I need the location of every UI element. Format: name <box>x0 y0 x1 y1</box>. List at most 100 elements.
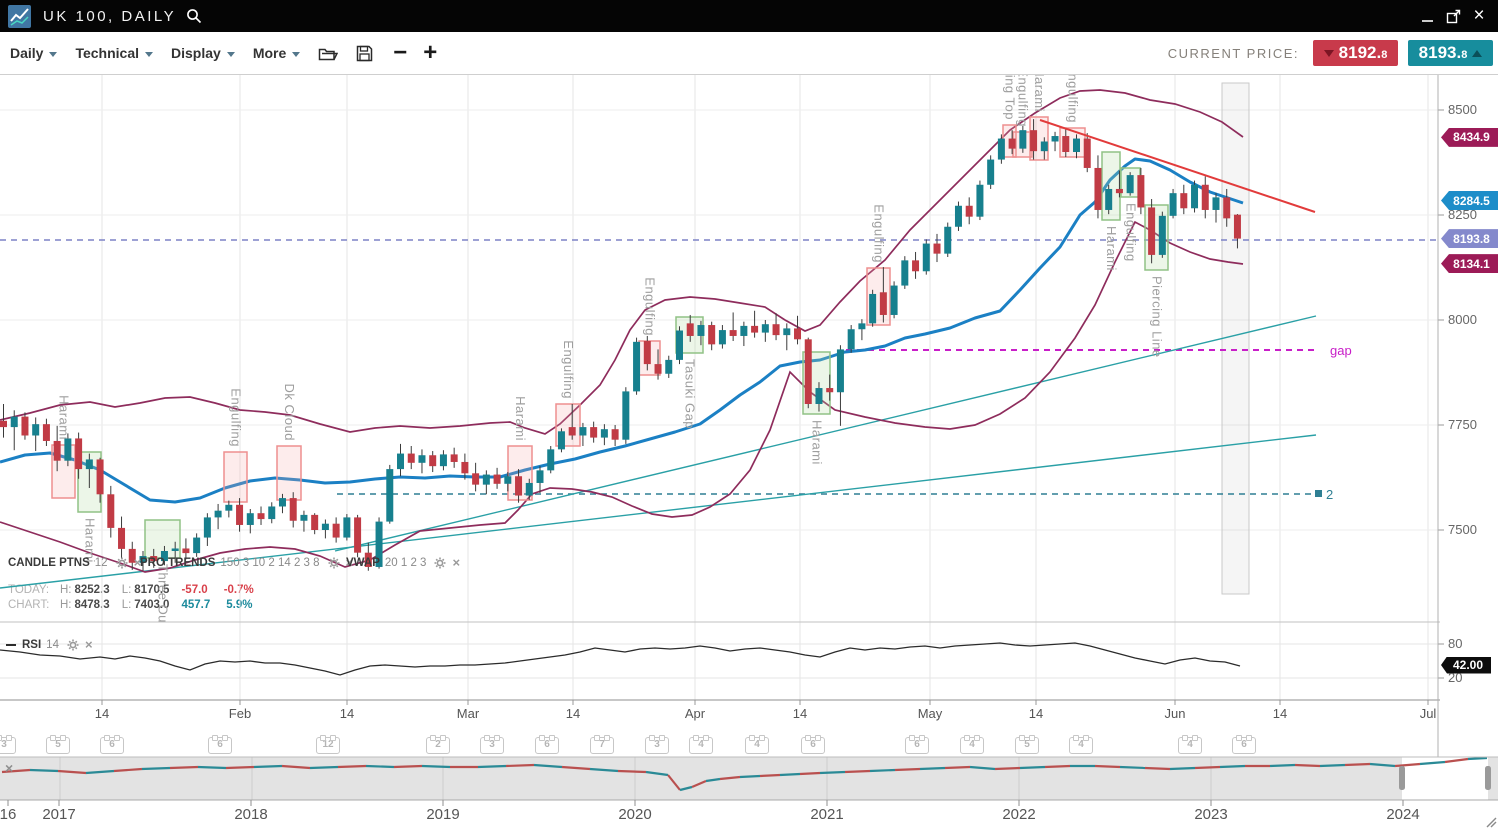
candle <box>526 483 533 496</box>
candle <box>1009 139 1016 149</box>
candle <box>193 538 200 554</box>
candle <box>1062 136 1069 152</box>
candle <box>708 325 715 344</box>
gear-icon[interactable] <box>67 639 79 651</box>
calendar-event-badge[interactable]: 4 <box>960 737 984 754</box>
candle <box>258 513 265 519</box>
candle <box>719 330 726 344</box>
calendar-event-badge[interactable]: 6 <box>535 737 559 754</box>
candle <box>665 360 672 374</box>
pattern-label: Engulfing <box>1016 68 1031 127</box>
candle <box>43 424 50 441</box>
calendar-event-badge[interactable]: 6 <box>905 737 929 754</box>
svg-text:gap: gap <box>1330 343 1352 358</box>
save-icon[interactable] <box>356 45 373 62</box>
bid-price-badge[interactable]: 8192.8 <box>1313 40 1398 66</box>
calendar-event-badge[interactable]: 7 <box>590 737 614 754</box>
candle <box>1084 139 1091 168</box>
x-axis-label: 14 <box>82 706 122 721</box>
candle <box>11 417 18 428</box>
zoom-out-button[interactable]: − <box>393 43 407 63</box>
calendar-event-badge[interactable]: 3 <box>0 737 16 754</box>
navigator-close-icon[interactable]: × <box>5 760 13 776</box>
close-icon[interactable]: × <box>85 637 93 652</box>
candle <box>408 454 415 463</box>
candle <box>612 429 619 440</box>
calendar-event-badge[interactable]: 2 <box>426 737 450 754</box>
current-period-highlight <box>1222 83 1249 594</box>
price-tag: 8284.5 <box>1441 191 1498 210</box>
technical-menu[interactable]: Technical <box>75 45 153 61</box>
calendar-event-badge[interactable]: 5 <box>46 737 70 754</box>
svg-text:2: 2 <box>1326 487 1333 502</box>
candle <box>1191 185 1198 209</box>
search-icon[interactable] <box>186 8 202 24</box>
navigator-year-label: 2019 <box>421 806 465 823</box>
candle <box>601 429 608 437</box>
candle <box>805 339 812 404</box>
navigator-year-label: 2022 <box>997 806 1041 823</box>
calendar-event-badge[interactable]: 12 <box>316 737 340 754</box>
candle <box>1159 216 1166 255</box>
candle <box>461 462 468 473</box>
candle <box>1202 185 1209 210</box>
candle <box>547 449 554 470</box>
candle <box>1019 130 1026 148</box>
navigator-year-label: 2021 <box>805 806 849 823</box>
calendar-event-badge[interactable]: 3 <box>480 737 504 754</box>
chevron-down-icon <box>145 52 153 57</box>
candle <box>515 476 522 495</box>
y-axis-tick: 8000 <box>1448 312 1477 327</box>
rsi-legend: RSI14 × <box>6 637 93 652</box>
calendar-event-badge[interactable]: 5 <box>1015 737 1039 754</box>
candle <box>783 328 790 335</box>
candle <box>644 341 651 364</box>
gear-icon[interactable] <box>328 557 340 569</box>
candle <box>300 515 307 521</box>
more-menu[interactable]: More <box>253 45 300 61</box>
popout-button[interactable] <box>1440 5 1466 27</box>
candle <box>1041 142 1048 152</box>
minimize-button[interactable] <box>1414 5 1440 27</box>
candle <box>182 548 189 553</box>
open-folder-icon[interactable] <box>318 45 338 62</box>
candle <box>75 438 82 469</box>
navigator-year-label: 2020 <box>613 806 657 823</box>
calendar-event-badge[interactable]: 6 <box>801 737 825 754</box>
gear-icon[interactable] <box>434 557 446 569</box>
calendar-event-badge[interactable]: 4 <box>745 737 769 754</box>
zoom-in-button[interactable]: + <box>423 43 437 63</box>
arrow-down-icon <box>1324 50 1334 57</box>
navigator-left-handle <box>1399 766 1405 790</box>
candle <box>901 260 908 285</box>
navigator-year-label: 2024 <box>1381 806 1425 823</box>
chevron-down-icon <box>227 52 235 57</box>
candle <box>912 260 919 271</box>
navigator-year-label: 16 <box>0 806 30 823</box>
calendar-event-badge[interactable]: 4 <box>1178 737 1202 754</box>
candle <box>504 476 511 484</box>
navigator-right-handle <box>1485 766 1491 790</box>
candle <box>0 421 7 427</box>
candle <box>697 325 704 336</box>
candle <box>998 139 1005 160</box>
x-axis-label: 14 <box>327 706 367 721</box>
chart-canvas[interactable]: 2gapHaramiHaramiThree OutsideEngulfingDk… <box>0 0 1498 828</box>
calendar-event-badge[interactable]: 6 <box>100 737 124 754</box>
pro-trends-legend: PRO TRENDS150 3 10 2 14 2 3 8 × <box>140 555 353 570</box>
calendar-event-badge[interactable]: 4 <box>689 737 713 754</box>
close-icon[interactable]: × <box>1466 5 1492 27</box>
candle <box>1116 189 1123 193</box>
candle <box>333 524 340 538</box>
calendar-event-badge[interactable]: 6 <box>208 737 232 754</box>
calendar-event-badge[interactable]: 3 <box>645 737 669 754</box>
close-icon[interactable]: × <box>452 555 460 570</box>
gear-icon[interactable] <box>116 557 128 569</box>
timeframe-menu[interactable]: Daily <box>10 45 57 61</box>
calendar-event-badge[interactable]: 6 <box>1232 737 1256 754</box>
display-menu[interactable]: Display <box>171 45 235 61</box>
candle <box>290 498 297 521</box>
candle <box>397 454 404 470</box>
ask-price-badge[interactable]: 8193.8 <box>1408 40 1493 66</box>
calendar-event-badge[interactable]: 4 <box>1069 737 1093 754</box>
